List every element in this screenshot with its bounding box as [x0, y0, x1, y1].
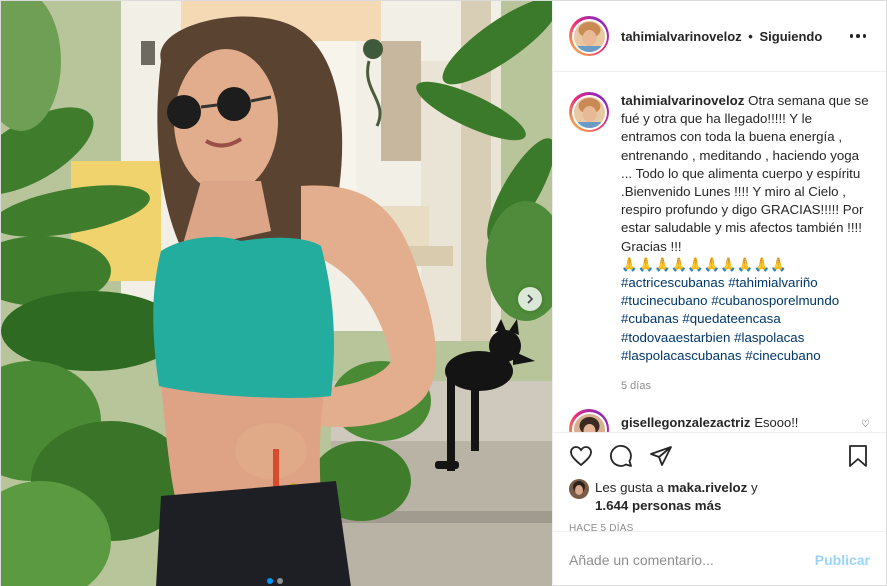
- hashtag-link[interactable]: #actricescubanas: [621, 275, 724, 290]
- avatar-image: [573, 20, 605, 52]
- carousel-dot-2: [277, 578, 283, 584]
- author-avatar[interactable]: [569, 16, 609, 56]
- action-bar: [569, 433, 870, 479]
- avatar-image: [573, 413, 605, 432]
- publish-button[interactable]: Publicar: [815, 552, 870, 568]
- liker-avatar[interactable]: [569, 479, 589, 499]
- hashtag-link[interactable]: #todovaaestarbien: [621, 330, 730, 345]
- carousel-dot-1: [267, 578, 273, 584]
- more-options-button[interactable]: [846, 30, 871, 42]
- more-dot: [856, 34, 860, 38]
- post-sidebar: tahimialvarinoveloz • Siguiendo tahimial…: [552, 1, 886, 586]
- header-text: tahimialvarinoveloz • Siguiendo: [621, 29, 822, 44]
- caption-text-2: Todo lo que alimenta cuerpo y espíritu .…: [621, 165, 864, 254]
- liker-username[interactable]: maka.riveloz: [667, 480, 747, 495]
- hashtag-link[interactable]: #cubanas: [621, 311, 679, 326]
- hashtag-link[interactable]: #cubanosporelmundo: [711, 293, 839, 308]
- post-header: tahimialvarinoveloz • Siguiendo: [553, 1, 886, 72]
- likes-summary: Les gusta a maka.riveloz y 1.644 persona…: [569, 479, 870, 515]
- caption-username[interactable]: tahimialvarinoveloz: [621, 93, 744, 108]
- carousel-indicator: [267, 578, 283, 584]
- photo-scene: [1, 1, 552, 586]
- following-button[interactable]: Siguiendo: [759, 29, 822, 44]
- commenter-avatar[interactable]: [569, 409, 609, 432]
- post-photo[interactable]: [1, 1, 552, 586]
- caption-body: tahimialvarinoveloz Otra semana que se f…: [621, 92, 870, 395]
- hashtag-link[interactable]: #cinecubano: [745, 348, 820, 363]
- hashtag-link[interactable]: #quedateencasa: [682, 311, 780, 326]
- comment-icon[interactable]: [609, 444, 633, 468]
- author-username[interactable]: tahimialvarinoveloz: [621, 29, 742, 44]
- actions-area: Les gusta a maka.riveloz y 1.644 persona…: [553, 432, 886, 534]
- save-bookmark-icon[interactable]: [846, 444, 870, 468]
- caption: tahimialvarinoveloz Otra semana que se f…: [569, 92, 870, 395]
- caption-author-avatar[interactable]: [569, 92, 609, 132]
- likes-joiner: y: [751, 480, 758, 495]
- caption-timestamp[interactable]: 5 días: [621, 377, 870, 395]
- add-comment-bar: Publicar: [553, 531, 886, 586]
- share-icon[interactable]: [649, 444, 673, 468]
- emoji-row: 🙏🙏🙏🙏🙏🙏🙏🙏🙏🙏: [621, 256, 787, 272]
- comments-list[interactable]: tahimialvarinoveloz Otra semana que se f…: [553, 72, 886, 432]
- instagram-post: tahimialvarinoveloz • Siguiendo tahimial…: [0, 0, 887, 586]
- chevron-right-icon: [527, 294, 534, 304]
- more-dot: [849, 34, 853, 38]
- comment-username[interactable]: gisellegonzalezactriz: [621, 415, 750, 432]
- like-heart-icon[interactable]: [569, 444, 593, 468]
- likes-prefix: Les gusta a: [595, 480, 664, 495]
- hashtag-link[interactable]: #laspolacas: [734, 330, 804, 345]
- hashtag-link[interactable]: #laspolacascubanas: [621, 348, 742, 363]
- comment-text: Esooo!!: [754, 415, 799, 431]
- likes-count-link[interactable]: 1.644 personas más: [595, 498, 721, 513]
- hashtag-link[interactable]: #tahimialvariño: [728, 275, 817, 290]
- more-dot: [862, 34, 866, 38]
- comment-item: gisellegonzalezactriz Esooo!! ♡: [569, 409, 870, 432]
- hashtags: #actricescubanas #tahimialvariño #tucine…: [621, 274, 870, 365]
- avatar-image: [573, 96, 605, 128]
- likes-text: Les gusta a maka.riveloz y 1.644 persona…: [595, 479, 758, 515]
- hashtag-link[interactable]: #tucinecubano: [621, 293, 708, 308]
- heart-icon[interactable]: ♡: [861, 419, 870, 432]
- comment-input[interactable]: [569, 551, 815, 568]
- separator-dot: •: [748, 28, 753, 44]
- next-slide-button[interactable]: [518, 287, 542, 311]
